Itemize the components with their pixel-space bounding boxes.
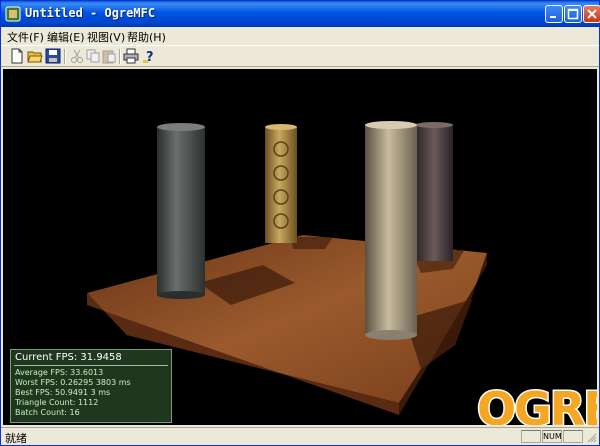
menu-file[interactable]: 文件(F)	[7, 29, 44, 45]
svg-text:OGRE: OGRE	[477, 382, 597, 425]
window-title: Untitled - OgreMFC	[25, 6, 156, 20]
menu-view[interactable]: 视图(V)	[87, 29, 125, 45]
copy-icon[interactable]	[85, 48, 101, 64]
minimize-icon	[550, 16, 556, 18]
triangle-count: Triangle Count: 1112	[15, 398, 99, 407]
save-icon[interactable]	[45, 48, 61, 64]
app-window: Untitled - OgreMFC 文件(F) 编辑(E) 视图(V) 帮助(…	[0, 0, 600, 446]
status-pane-num: NUM	[542, 430, 562, 443]
close-icon	[587, 9, 597, 19]
current-fps: Current FPS: 31.9458	[15, 352, 122, 363]
paste-icon[interactable]	[101, 48, 117, 64]
new-file-icon[interactable]	[9, 48, 25, 64]
pillar-stone	[365, 121, 417, 340]
fps-stats-panel: Current FPS: 31.9458 Average FPS: 33.601…	[10, 349, 172, 423]
average-fps: Average FPS: 33.6013	[15, 368, 104, 377]
pillar-gold	[265, 124, 297, 243]
title-bar[interactable]: Untitled - OgreMFC	[1, 1, 600, 27]
print-icon[interactable]	[123, 48, 139, 64]
batch-count: Batch Count: 16	[15, 408, 80, 417]
cut-icon[interactable]	[69, 48, 85, 64]
status-pane-caps	[521, 430, 541, 443]
menu-bar: 文件(F) 编辑(E) 视图(V) 帮助(H)	[1, 27, 599, 45]
menu-edit[interactable]: 编辑(E)	[47, 29, 85, 45]
status-bar: 就绪 NUM	[1, 427, 599, 445]
toolbar: ?	[1, 45, 599, 67]
minimize-button[interactable]	[545, 5, 563, 23]
pillar-gray	[157, 123, 205, 299]
help-about-icon[interactable]: ?	[141, 48, 157, 64]
best-fps: Best FPS: 50.9491 3 ms	[15, 388, 111, 397]
worst-fps: Worst FPS: 0.26295 3803 ms	[15, 378, 131, 387]
toolbar-separator	[64, 49, 66, 64]
toolbar-separator	[119, 49, 121, 64]
ogre-logo: OGRE	[476, 381, 598, 426]
maximize-button[interactable]	[564, 5, 582, 23]
fps-divider	[14, 365, 168, 366]
maximize-icon	[567, 8, 579, 20]
render-viewport[interactable]: OGRE Current FPS: 31.9458 Average FPS: 3…	[3, 69, 597, 425]
menu-help[interactable]: 帮助(H)	[127, 29, 166, 45]
open-folder-icon[interactable]	[27, 48, 43, 64]
ogre-app-icon	[5, 6, 21, 22]
close-button[interactable]	[583, 5, 600, 23]
pillar-granite	[415, 122, 453, 261]
resize-grip-icon[interactable]	[585, 431, 597, 443]
status-pane-scrl	[563, 430, 583, 443]
status-text: 就绪	[5, 432, 27, 445]
